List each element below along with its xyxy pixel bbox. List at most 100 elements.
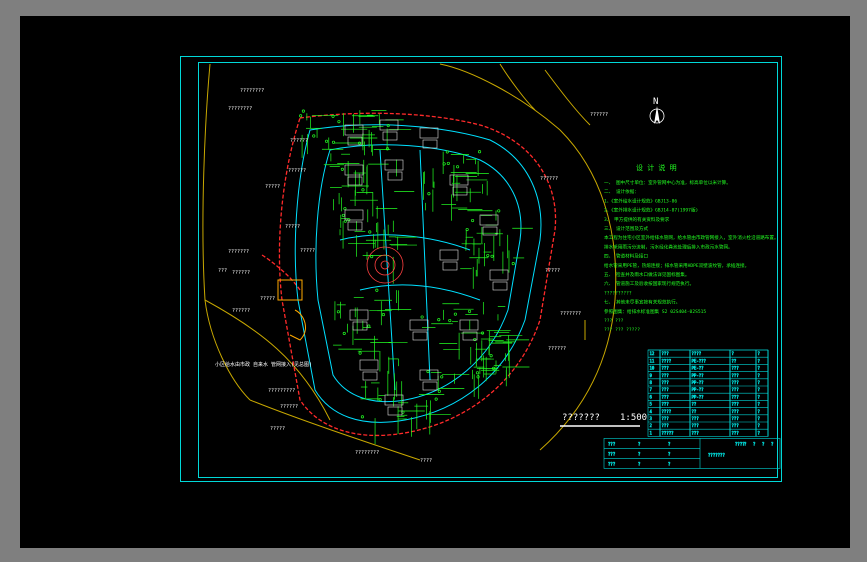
title-cell: PE-??? (692, 358, 707, 363)
title-cell: ? (758, 416, 761, 421)
note-line: 三、 设计范围及方式 (604, 225, 649, 232)
title-cell: ??? (732, 394, 740, 399)
title-cell: 7 (650, 387, 653, 392)
site-label: ?????? (280, 404, 298, 410)
title-cell: 10 (650, 366, 655, 371)
title-cell: ? (758, 402, 761, 407)
title-cell: 3 (650, 416, 653, 421)
note-line: 3、 甲方提供的有关资料及要求 (604, 216, 670, 223)
title-cell: ?? (692, 409, 697, 414)
title-cell: ? (732, 351, 735, 356)
design-notes: 设 计 说 明 一、 图中尺寸单位：室外管网中心为准，标高单位以米计算。二、 设… (604, 163, 779, 333)
road-lines (202, 63, 617, 461)
title-cell: ??? (732, 366, 740, 371)
site-label: ???? (420, 458, 432, 464)
title-cell: ?? (692, 402, 697, 407)
site-label: ???????? (240, 88, 264, 94)
title-cell: ??? (662, 366, 670, 371)
title-cell: ? (758, 394, 761, 399)
title-cell: 4 (650, 409, 653, 414)
sign-cell: ? (638, 461, 641, 466)
title-cell: ???? (662, 409, 672, 414)
note-line: 四、 管道材料及接口 (604, 253, 649, 260)
title-cell: PE-?? (692, 366, 705, 371)
left-building (277, 279, 306, 341)
note-line: 一、 图中尺寸单位：室外管网中心为准，标高单位以米计算。 (604, 179, 731, 186)
sign-cell: ? (638, 441, 641, 446)
footer-cell: ? (762, 441, 765, 446)
site-label: ????? (270, 426, 285, 432)
site-plan[interactable]: N ??????????????????????????????????????… (0, 0, 867, 562)
title-cell: 1 (650, 430, 653, 435)
note-line: ??? ??? ????? (604, 327, 640, 333)
title-cell: ??? (662, 416, 670, 421)
title-cell: ?? (732, 358, 737, 363)
water-supply-callout: 小区给水由市政 自来水 管网接入(见总图) (215, 361, 312, 368)
site-label: ????? (300, 248, 315, 254)
sign-cell: ? (668, 441, 671, 446)
title-cell: ? (758, 358, 761, 363)
sign-cell: ??? (608, 461, 616, 466)
title-cell: 11 (650, 358, 655, 363)
title-cell: ??? (692, 430, 700, 435)
site-label: ?????? (290, 138, 308, 144)
footer-cell: ? (771, 441, 774, 446)
title-cell: ??? (732, 387, 740, 392)
note-line: 二、 设计依据： (604, 188, 639, 195)
title-cell: ? (758, 430, 761, 435)
project-name: ??????? (708, 452, 725, 457)
title-cell: ??? (662, 380, 670, 385)
sign-cell: ??? (608, 451, 616, 456)
title-cell: ??? (662, 402, 670, 407)
sign-cell: ??? (608, 441, 616, 446)
note-line: ??? ??? (604, 318, 624, 324)
title-cell: PP-?? (692, 394, 705, 399)
title-cell: 6 (650, 394, 653, 399)
note-line: 参照图集：给排水标准图集 S2 02S404-02S515 (604, 308, 706, 315)
site-label: ?????? (590, 112, 608, 118)
scale-bar: ??????? 1:500 (560, 413, 647, 427)
footer-cell: ? (744, 441, 747, 446)
site-label: ???????? (228, 106, 252, 112)
title-cell: 5 (650, 402, 653, 407)
scale-prefix: ??????? (562, 413, 600, 423)
title-cell: ??? (662, 373, 670, 378)
site-label: ????? (285, 224, 300, 230)
north-arrow: N (649, 97, 665, 124)
title-cell: ??? (662, 387, 670, 392)
site-label: ????????? (268, 388, 295, 394)
scale-ratio: 1:500 (620, 413, 647, 423)
site-label: ??????? (228, 249, 249, 255)
site-label: ?????? (232, 270, 250, 276)
title-cell: ???? (662, 358, 672, 363)
note-line: 排水采用雨污分流制，污水经化粪池处理后排入市政污水管网。 (604, 243, 733, 250)
title-cell: ??? (732, 416, 740, 421)
title-cell: 8 (650, 380, 653, 385)
title-cell: ??? (732, 380, 740, 385)
note-line: ?????????? (604, 290, 632, 296)
title-cell: ??? (692, 416, 700, 421)
site-label: ??????? (560, 311, 581, 317)
title-cell: 2 (650, 423, 653, 428)
notes-title: 设 计 说 明 (636, 163, 677, 172)
sign-cell: ? (668, 451, 671, 456)
green-pipe-network (299, 109, 533, 445)
footer-cell: ? (753, 441, 756, 446)
title-cell: ? (758, 387, 761, 392)
note-line: 本工程为住宅小区室外给排水管网，给水管由市政管网接入，室外消火栓沿道路布置。 (604, 234, 779, 241)
site-label: ???????? (355, 450, 379, 456)
title-cell: 12 (650, 351, 655, 356)
site-label: ?????? (232, 308, 250, 314)
title-block: 12???????? ?11???? PE-????? ?10??? PE-??????… (603, 349, 781, 469)
title-cell: ??? (692, 423, 700, 428)
title-cell: ???? (692, 351, 702, 356)
title-cell: ????? (662, 430, 675, 435)
title-cell: ??? (732, 402, 740, 407)
cyan-pipe-network (294, 124, 542, 423)
site-label: ????? (265, 184, 280, 190)
title-cell: ??? (662, 423, 670, 428)
note-line: 六、 管道施工及验收按国家现行规范执行。 (604, 280, 694, 287)
red-boundary (261, 112, 557, 437)
viewer-frame: N ??????????????????????????????????????… (0, 0, 867, 562)
title-cell: ? (758, 373, 761, 378)
